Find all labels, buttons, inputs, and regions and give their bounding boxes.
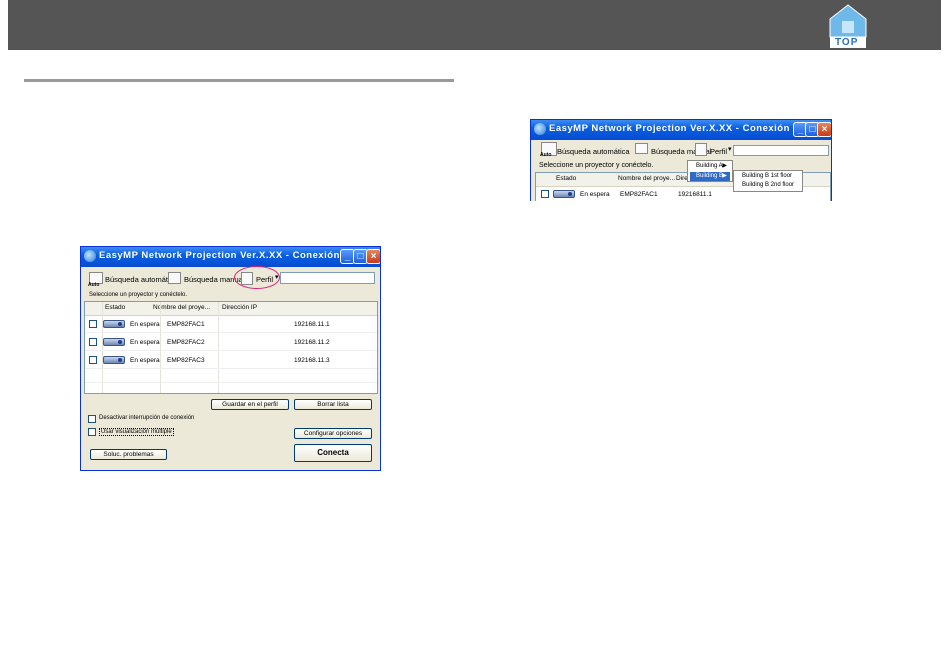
row-name: EMP82FAC3 bbox=[167, 357, 205, 364]
projector-list[interactable]: Estado Nombre del proye... Dirección IP … bbox=[84, 301, 378, 394]
col-nombre[interactable]: Nombre del proye... bbox=[153, 304, 210, 311]
save-profile-button[interactable]: Guardar en el perfil bbox=[211, 399, 289, 410]
col-nombre[interactable]: Nombre del proye... bbox=[618, 175, 675, 182]
app-icon bbox=[84, 250, 96, 262]
app-icon bbox=[534, 123, 546, 135]
row-checkbox[interactable] bbox=[89, 320, 97, 328]
column-divider bbox=[160, 302, 161, 393]
troubleshoot-button[interactable]: Soluc. problemas bbox=[90, 449, 167, 460]
menu-building-b-label: Building B bbox=[696, 173, 724, 179]
column-divider bbox=[218, 302, 219, 393]
top-label: TOP bbox=[835, 37, 859, 48]
main-window-titlebar[interactable]: EasyMP Network Projection Ver.X.XX - Con… bbox=[81, 247, 380, 267]
row-status: En espera bbox=[130, 321, 160, 328]
row-divider bbox=[85, 368, 377, 369]
menu-building-a[interactable]: Building A ▶ bbox=[690, 162, 730, 171]
projector-icon bbox=[553, 190, 575, 198]
row-status: En espera bbox=[130, 357, 160, 364]
profile-menu: Building A ▶ Building B ▶ bbox=[687, 160, 733, 182]
row-ip: 192168.11.1 bbox=[294, 321, 330, 328]
col-estado[interactable]: Estado bbox=[556, 175, 576, 182]
column-divider bbox=[102, 302, 103, 393]
auto-icon-text: Auto bbox=[88, 282, 100, 288]
top-link[interactable]: TOP bbox=[828, 3, 868, 49]
row-divider bbox=[85, 332, 377, 333]
row-name: EMP82FAC1 bbox=[620, 191, 658, 198]
clear-list-button[interactable]: Borrar lista bbox=[294, 399, 372, 410]
menu-building-a-label: Building A bbox=[696, 163, 723, 169]
manual-search-icon bbox=[168, 272, 181, 284]
section-divider bbox=[24, 79, 454, 82]
auto-search-button[interactable]: Búsqueda automática bbox=[105, 275, 178, 284]
projector-icon bbox=[103, 320, 125, 328]
row-status: En espera bbox=[580, 191, 610, 198]
auto-search-button[interactable]: Búsqueda automática bbox=[557, 147, 630, 156]
multi-display-checkbox[interactable] bbox=[88, 428, 96, 436]
row-checkbox[interactable] bbox=[89, 356, 97, 364]
menu-building-b[interactable]: Building B ▶ bbox=[690, 172, 730, 181]
submenu-arrow-icon: ▶ bbox=[722, 163, 727, 169]
profile-combo[interactable] bbox=[280, 272, 375, 284]
row-name: EMP82FAC1 bbox=[167, 321, 205, 328]
disable-interrupt-label: Desactivar interrupción de conexión bbox=[99, 415, 195, 421]
submenu-floor-2[interactable]: Building B 2nd floor bbox=[736, 181, 800, 190]
main-window: EasyMP Network Projection Ver.X.XX - Con… bbox=[80, 246, 381, 471]
profile-icon bbox=[695, 143, 707, 156]
submenu-floor-1[interactable]: Building B 1st floor bbox=[736, 172, 800, 181]
projector-icon bbox=[103, 356, 125, 364]
multi-display-label: Usar visualización múltiple bbox=[99, 428, 174, 436]
col-ip[interactable]: Dirección IP bbox=[222, 304, 257, 311]
profile-dropdown-arrow[interactable]: ▾ bbox=[728, 145, 732, 153]
header-bar bbox=[8, 0, 941, 50]
close-button[interactable]: × bbox=[366, 249, 380, 264]
row-checkbox[interactable] bbox=[541, 190, 549, 198]
main-window-title: EasyMP Network Projection Ver.X.XX - Con… bbox=[99, 250, 381, 261]
profile-combo[interactable] bbox=[733, 145, 829, 156]
profile-button[interactable]: Perfil bbox=[710, 147, 727, 156]
disable-interrupt-checkbox[interactable] bbox=[88, 415, 96, 423]
row-divider bbox=[85, 350, 377, 351]
profile-highlight-ring bbox=[234, 266, 280, 289]
profile-submenu: Building B 1st floor Building B 2nd floo… bbox=[733, 170, 803, 192]
configure-options-button[interactable]: Configurar opciones bbox=[294, 428, 372, 439]
col-estado[interactable]: Estado bbox=[105, 304, 125, 311]
small-window-titlebar[interactable]: EasyMP Network Projection Ver.X.XX - Con… bbox=[531, 120, 831, 140]
row-status: En espera bbox=[130, 339, 160, 346]
select-label: Seleccione un proyector y conéctelo. bbox=[89, 292, 188, 298]
close-button[interactable]: × bbox=[817, 122, 831, 137]
row-checkbox[interactable] bbox=[89, 338, 97, 346]
row-name: EMP82FAC2 bbox=[167, 339, 205, 346]
small-window: EasyMP Network Projection Ver.X.XX - Con… bbox=[530, 119, 832, 201]
connect-button[interactable]: Conecta bbox=[294, 444, 372, 462]
row-ip: 19216811.1 bbox=[678, 191, 712, 198]
projector-icon bbox=[103, 338, 125, 346]
auto-icon-text: Auto bbox=[540, 152, 552, 158]
row-ip: 192168.11.2 bbox=[294, 339, 330, 346]
submenu-arrow-icon: ▶ bbox=[722, 173, 727, 179]
select-label: Seleccione un proyector y conéctelo. bbox=[539, 162, 654, 169]
manual-search-icon bbox=[635, 143, 648, 154]
row-ip: 192168.11.3 bbox=[294, 357, 330, 364]
small-window-title: EasyMP Network Projection Ver.X.XX - Con… bbox=[549, 123, 832, 134]
row-divider bbox=[85, 382, 377, 383]
